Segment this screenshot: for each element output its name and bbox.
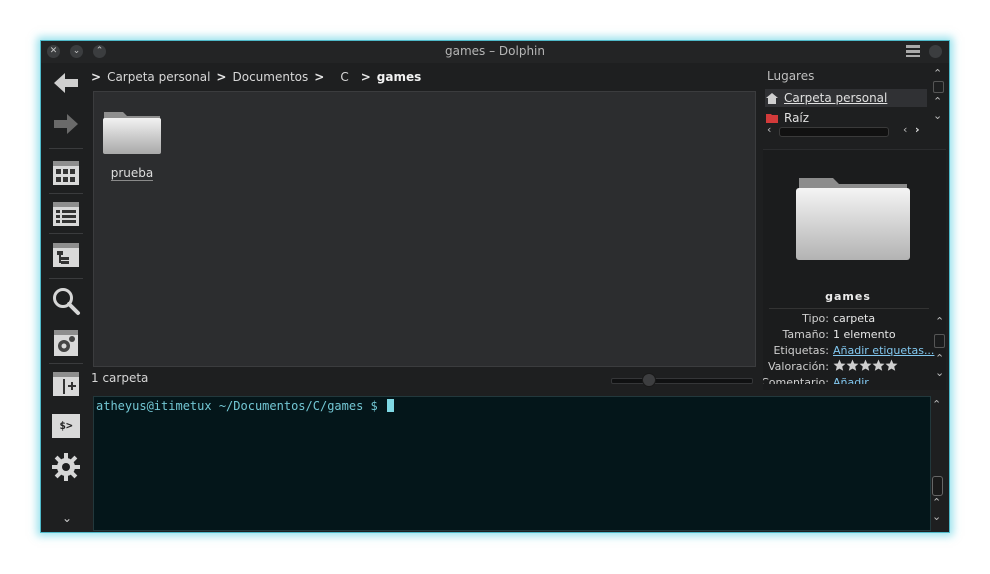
breadcrumb-separator: > <box>360 70 371 84</box>
info-scrollbar-handle[interactable] <box>934 334 945 348</box>
details-view-icon[interactable] <box>50 198 82 230</box>
scroll-up-icon[interactable]: ⌃ <box>932 496 941 509</box>
breadcrumb-item-games[interactable]: games <box>377 70 421 84</box>
status-text: 1 carpeta <box>91 371 149 385</box>
terminal-prompt[interactable]: atheyus@itimetux ~/Documentos/C/games $ <box>96 399 394 413</box>
info-row-rating: Valoración: <box>763 359 933 376</box>
back-arrow-icon[interactable] <box>50 67 82 99</box>
file-item-label: prueba <box>110 166 154 181</box>
scroll-left-icon[interactable]: ‹ <box>767 123 771 136</box>
settings-panel-icon[interactable] <box>50 327 82 359</box>
zoom-slider-handle[interactable] <box>642 373 656 387</box>
breadcrumb-separator: > <box>216 70 227 84</box>
selected-item-name: games <box>825 290 871 303</box>
folder-preview-icon <box>796 178 910 260</box>
home-icon <box>766 92 778 104</box>
forward-arrow-icon[interactable] <box>50 108 82 140</box>
window-options-button[interactable] <box>929 45 942 58</box>
window-menu-icon[interactable] <box>905 44 921 61</box>
places-horizontal-scrollbar[interactable] <box>779 127 889 137</box>
place-item-home[interactable]: Carpeta personal <box>765 89 927 107</box>
info-row-size: Tamaño: 1 elemento <box>782 328 896 341</box>
file-item-folder[interactable]: prueba <box>100 108 164 181</box>
places-title: Lugares <box>767 69 815 83</box>
info-properties: Tipo: carpeta Tamaño: 1 elemento Etiquet… <box>763 312 935 384</box>
file-view[interactable]: prueba <box>93 91 756 367</box>
title-bar[interactable]: ✕ ⌄ ⌃ games – Dolphin <box>41 41 949 63</box>
icons-view-icon[interactable] <box>50 157 82 189</box>
terminal-scrollbar[interactable]: ⌃ ⌃ ⌄ <box>930 396 946 529</box>
more-tools-icon[interactable]: ⌄ <box>62 511 72 525</box>
scroll-down-icon[interactable]: ⌄ <box>935 366 944 379</box>
scroll-up-icon[interactable]: ⌃ <box>933 95 942 108</box>
rating-stars[interactable] <box>833 359 899 375</box>
terminal-icon[interactable]: $> <box>50 410 82 442</box>
add-comment-link[interactable]: Añadir <box>833 376 869 384</box>
info-row-tags: Etiquetas: Añadir etiquetas... <box>773 344 935 357</box>
place-item-label: Carpeta personal <box>784 91 888 105</box>
terminal-cursor <box>386 399 394 412</box>
info-row-comment: Comentario: Añadir <box>763 376 933 384</box>
left-toolbar: $> ⌄ <box>41 63 91 532</box>
breadcrumb-item-home[interactable]: Carpeta personal <box>107 70 210 84</box>
terminal-panel[interactable]: atheyus@itimetux ~/Documentos/C/games $ <box>93 396 931 531</box>
breadcrumb-item-c[interactable]: C <box>340 70 348 84</box>
breadcrumb: > Carpeta personal > Documentos > C > ga… <box>91 68 427 86</box>
dolphin-window: ✕ ⌄ ⌃ games – Dolphin $> ⌄ > Carpeta per… <box>40 40 950 533</box>
scroll-right-icon[interactable]: › <box>915 123 920 136</box>
information-panel: games Tipo: carpeta Tamaño: 1 elemento E… <box>763 149 946 390</box>
folder-icon <box>103 112 161 154</box>
scroll-up-icon[interactable]: ⌃ <box>935 352 944 365</box>
gear-icon[interactable] <box>50 451 82 483</box>
add-tags-link[interactable]: Añadir etiquetas... <box>833 344 934 357</box>
places-scrollbar-handle[interactable] <box>933 81 944 93</box>
places-panel: Lugares Carpeta personal Raíz ‹ ‹ › ⌃ ⌃ … <box>761 65 947 145</box>
terminal-scrollbar-handle[interactable] <box>932 476 943 496</box>
info-row-type: Tipo: carpeta <box>802 312 876 325</box>
scroll-down-icon[interactable]: ⌄ <box>932 510 941 523</box>
place-item-label: Raíz <box>784 111 810 125</box>
breadcrumb-separator: > <box>91 70 102 84</box>
split-view-icon[interactable] <box>50 368 82 400</box>
tree-view-icon[interactable] <box>50 239 82 271</box>
window-title: games – Dolphin <box>444 44 545 58</box>
scroll-up-icon[interactable]: ⌃ <box>932 398 941 411</box>
scroll-left-icon[interactable]: ‹ <box>903 123 907 136</box>
zoom-slider[interactable] <box>611 373 753 387</box>
root-folder-icon <box>766 113 778 123</box>
search-icon[interactable] <box>50 285 82 317</box>
breadcrumb-separator: > <box>314 70 325 84</box>
scroll-up-icon[interactable]: ⌃ <box>935 315 944 328</box>
breadcrumb-item-documentos[interactable]: Documentos <box>232 70 308 84</box>
scroll-up-icon[interactable]: ⌃ <box>933 67 942 80</box>
scroll-down-icon[interactable]: ⌄ <box>933 109 942 122</box>
